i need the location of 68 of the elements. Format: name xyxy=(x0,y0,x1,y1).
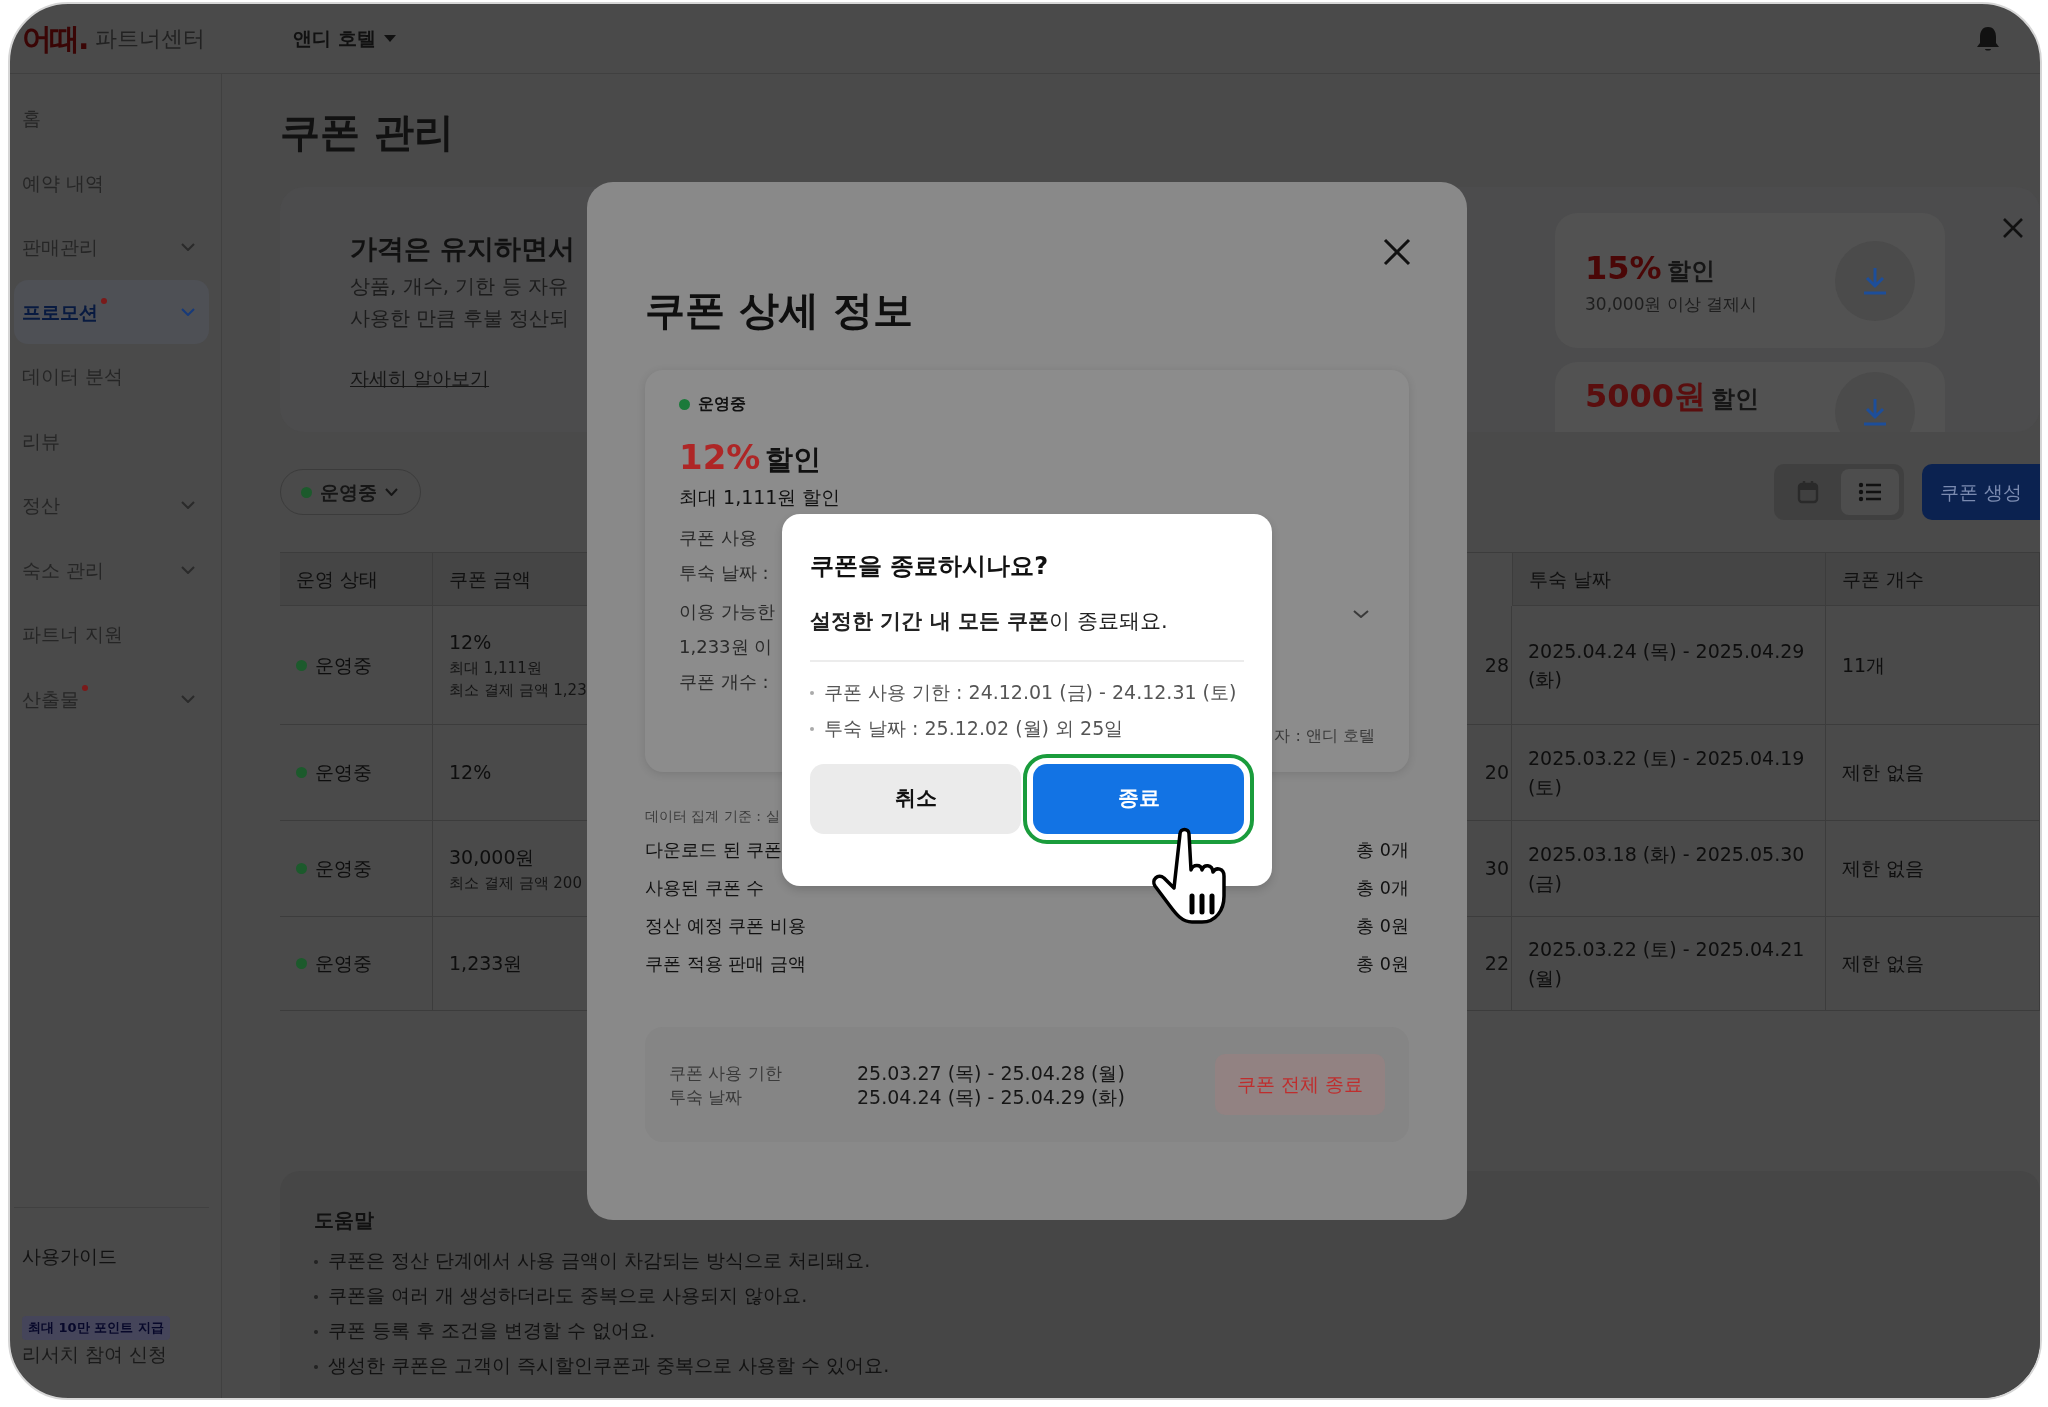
stat-value: 총 0원 xyxy=(1356,953,1409,976)
property-selector[interactable]: 앤디 호텔 xyxy=(293,24,397,53)
amount-cell-text: 12% xyxy=(449,760,492,786)
period-value: 25.04.24 (목) - 25.04.29 (화) xyxy=(857,1084,1125,1109)
create-coupon-button[interactable]: 쿠폰 생성 xyxy=(1921,464,2040,520)
dialog-detail: 쿠폰 사용 기한 : 24.12.01 (금) - 24.12.31 (토) xyxy=(824,680,1237,703)
chevron-down-icon xyxy=(181,565,195,574)
stat-value: 총 0원 xyxy=(1356,915,1409,938)
chevron-down-icon xyxy=(385,488,398,496)
amount-cell-text: 12% xyxy=(449,630,492,656)
cancel-button[interactable]: 취소 xyxy=(810,763,1021,834)
coupon-info: 쿠폰 개수 : xyxy=(679,669,769,694)
table-cell: 제한 없음 xyxy=(1826,725,2040,821)
banner-title: 가격은 유지하면서 xyxy=(350,232,576,266)
sidebar-item[interactable]: 프로모션 xyxy=(14,279,209,344)
table-cell: 제한 없음 xyxy=(1826,917,2040,1011)
learn-more-link[interactable]: 자세히 알아보기 xyxy=(350,363,490,392)
coupon-info: 1,233원 이 xyxy=(679,634,773,659)
stat-value: 총 0개 xyxy=(1356,839,1409,862)
list-view-button[interactable] xyxy=(1840,469,1899,515)
stat-label: 사용된 쿠폰 수 xyxy=(645,877,765,900)
chevron-down-icon xyxy=(181,307,195,316)
guide-link[interactable]: 사용가이드 xyxy=(22,1241,201,1270)
table-cell: 2025.03.22 (토) - 2025.04.19 (토) xyxy=(1512,725,1826,821)
coupon-info: 쿠폰 사용 xyxy=(679,525,757,550)
amount-cell-text: 1,233원 xyxy=(449,951,523,977)
status-cell: 운영중 xyxy=(296,758,416,787)
list-icon xyxy=(1857,482,1882,502)
amount-cell-text: 30,000원 xyxy=(449,845,535,870)
stat-value: 총 0개 xyxy=(1356,877,1409,900)
status-label: 운영중 xyxy=(698,393,746,415)
modal-title: 쿠폰 상세 정보 xyxy=(645,286,914,335)
status-cell: 운영중 xyxy=(296,650,416,680)
coupon-amount: 15% xyxy=(1585,248,1662,287)
period-label: 투숙 날짜 xyxy=(669,1085,744,1109)
chevron-down-icon xyxy=(181,501,195,510)
table-cell: 11개 xyxy=(1826,606,2040,725)
logo[interactable]: 어때. xyxy=(22,16,88,61)
max-discount: 최대 1,111원 할인 xyxy=(679,485,842,510)
chevron-down-icon xyxy=(1353,610,1369,618)
table-cell: 2025.03.22 (토) - 2025.04.21 (월) xyxy=(1512,917,1826,1011)
dialog-message: 설정한 기간 내 모든 쿠폰이 종료돼요. xyxy=(810,608,1169,635)
page-title: 쿠폰 관리 xyxy=(280,108,455,157)
table-cell: 2025.04.24 (목) - 2025.04.29 (화) xyxy=(1512,606,1826,725)
caret-down-icon xyxy=(384,35,397,42)
bell-icon[interactable] xyxy=(1976,25,2000,52)
dialog-title: 쿠폰을 종료하시나요? xyxy=(810,551,1050,582)
discount-suffix: 할인 xyxy=(765,443,822,476)
table-cell: 제한 없음 xyxy=(1826,821,2040,917)
period-value: 25.03.27 (목) - 25.04.28 (월) xyxy=(857,1060,1125,1085)
stat-label: 정산 예정 쿠폰 비용 xyxy=(645,915,806,938)
data-basis: 데이터 집계 기준 : 실 xyxy=(645,807,780,826)
discount-amount: 12% xyxy=(679,437,761,477)
end-all-button[interactable]: 쿠폰 전체 종료 xyxy=(1214,1054,1385,1115)
coupon-amount: 5000원 xyxy=(1585,377,1707,415)
chevron-down-icon xyxy=(181,694,195,703)
period-label: 쿠폰 사용 기한 xyxy=(669,1061,783,1085)
dialog-detail: 투숙 날짜 : 25.12.02 (월) 외 25일 xyxy=(824,716,1124,739)
close-icon[interactable] xyxy=(1383,238,1411,266)
status-cell: 운영중 xyxy=(296,854,416,883)
reward-badge: 최대 10만 포인트 지급 xyxy=(22,1316,170,1340)
status-cell: 운영중 xyxy=(296,949,416,978)
stat-label: 다운로드 된 쿠폰 xyxy=(645,839,783,862)
coupon-suffix: 할인 xyxy=(1711,385,1760,413)
stat-label: 쿠폰 적용 판매 금액 xyxy=(645,953,806,976)
chevron-down-icon xyxy=(181,243,195,252)
table-cell: 2025.03.18 (화) - 2025.05.30 (금) xyxy=(1512,821,1826,917)
coupon-suffix: 할인 xyxy=(1666,256,1715,285)
